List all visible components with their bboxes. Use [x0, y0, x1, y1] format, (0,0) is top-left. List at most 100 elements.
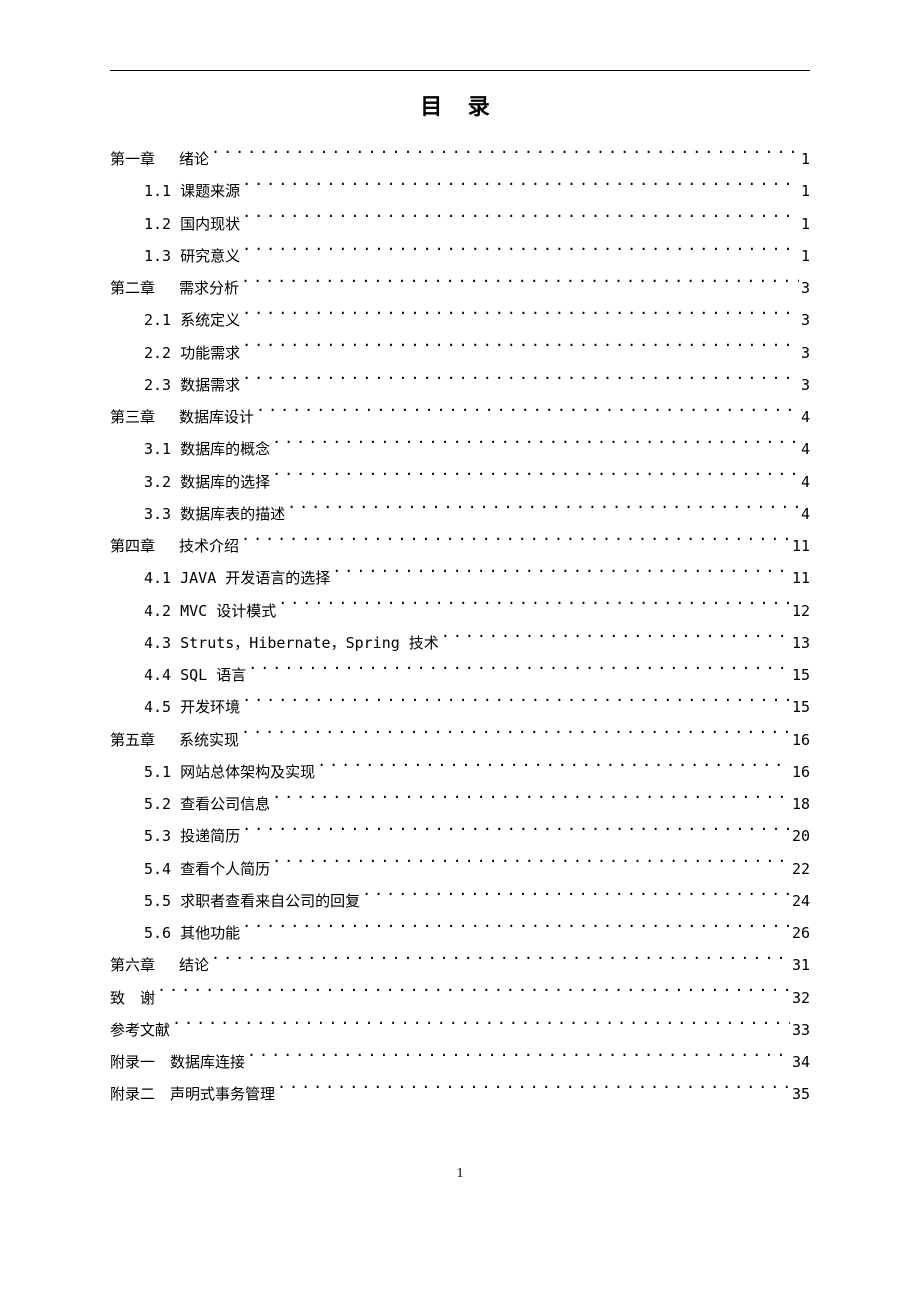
toc-leader-dots: [242, 310, 799, 325]
toc-entry-label: 3.2 数据库的选择: [144, 466, 270, 498]
toc-entry-page: 1: [801, 175, 810, 207]
toc-entry-label: 4.5 开发环境: [144, 691, 240, 723]
toc-entry: 附录二 声明式事务管理 35: [110, 1078, 810, 1110]
toc-entry-page: 35: [792, 1078, 810, 1110]
toc-entry-label: 第二章 需求分析: [110, 272, 239, 304]
toc-entry: 致 谢 32: [110, 982, 810, 1014]
toc-leader-dots: [242, 375, 799, 390]
toc-leader-dots: [157, 988, 790, 1003]
toc-leader-dots: [272, 794, 790, 809]
page-number: 1: [0, 1166, 920, 1182]
toc-entry: 4.4 SQL 语言 15: [110, 659, 810, 691]
toc-leader-dots: [241, 278, 799, 293]
toc-entry-label: 附录一 数据库连接: [110, 1046, 245, 1078]
toc-entry-label: 2.3 数据需求: [144, 369, 240, 401]
toc-entry-label: 第一章 绪论: [110, 143, 209, 175]
toc-entry-page: 4: [801, 433, 810, 465]
toc-entry-page: 16: [792, 756, 810, 788]
toc-leader-dots: [272, 472, 799, 487]
toc-entry-page: 4: [801, 498, 810, 530]
toc-leader-dots: [242, 697, 790, 712]
toc-entry: 参考文献 33: [110, 1014, 810, 1046]
toc-entry-page: 15: [792, 659, 810, 691]
toc-entry-label: 5.4 查看个人简历: [144, 853, 270, 885]
toc-leader-dots: [242, 246, 799, 261]
toc-entry-page: 31: [792, 949, 810, 981]
toc-entry-page: 4: [801, 466, 810, 498]
toc-entry: 第一章 绪论1: [110, 143, 810, 175]
toc-entry-page: 33: [792, 1014, 810, 1046]
toc-entry: 5.4 查看个人简历 22: [110, 853, 810, 885]
toc-entry-label: 第五章 系统实现: [110, 724, 239, 756]
toc-leader-dots: [272, 859, 790, 874]
toc-entry: 4.5 开发环境15: [110, 691, 810, 723]
toc-leader-dots: [332, 568, 790, 583]
toc-entry-label: 2.1 系统定义: [144, 304, 240, 336]
toc-entry-label: 5.6 其他功能: [144, 917, 240, 949]
toc-entry-page: 22: [792, 853, 810, 885]
toc-entry-label: 4.2 MVC 设计模式: [144, 595, 276, 627]
toc-leader-dots: [241, 536, 790, 551]
toc-entry-page: 11: [792, 530, 810, 562]
toc-entry: 第二章 需求分析 3: [110, 272, 810, 304]
toc-leader-dots: [317, 762, 790, 777]
toc-entry-label: 2.2 功能需求: [144, 337, 240, 369]
toc-entry-label: 5.3 投递简历: [144, 820, 240, 852]
toc-entry-page: 34: [792, 1046, 810, 1078]
toc-entry-page: 3: [801, 337, 810, 369]
toc-leader-dots: [172, 1020, 790, 1035]
toc-leader-dots: [362, 891, 790, 906]
toc-entry-label: 3.1 数据库的概念: [144, 433, 270, 465]
toc-entry-label: 参考文献: [110, 1014, 170, 1046]
toc-entry-label: 附录二 声明式事务管理: [110, 1078, 275, 1110]
toc-entry-label: 5.5 求职者查看来自公司的回复: [144, 885, 360, 917]
toc-entry: 2.3 数据需求3: [110, 369, 810, 401]
toc-entry-label: 1.3 研究意义: [144, 240, 240, 272]
toc-entry-page: 13: [792, 627, 810, 659]
toc-leader-dots: [211, 955, 790, 970]
toc-entry-label: 3.3 数据库表的描述: [144, 498, 285, 530]
toc-entry-label: 5.1 网站总体架构及实现: [144, 756, 315, 788]
toc-leader-dots: [256, 407, 799, 422]
toc-entry-page: 16: [792, 724, 810, 756]
toc-leader-dots: [211, 149, 799, 164]
toc-entry: 第四章 技术介绍11: [110, 530, 810, 562]
toc-entry: 5.1 网站总体架构及实现 16: [110, 756, 810, 788]
toc-entry-label: 1.2 国内现状: [144, 208, 240, 240]
toc-list: 第一章 绪论11.1 课题来源11.2 国内现状11.3 研究意义1第二章 需求…: [110, 143, 810, 1111]
toc-leader-dots: [242, 181, 799, 196]
toc-entry: 3.2 数据库的选择 4: [110, 466, 810, 498]
toc-entry-page: 20: [792, 820, 810, 852]
toc-entry-page: 32: [792, 982, 810, 1014]
toc-entry: 5.2 查看公司信息18: [110, 788, 810, 820]
toc-leader-dots: [277, 1084, 790, 1099]
toc-leader-dots: [241, 730, 790, 745]
toc-leader-dots: [247, 1052, 790, 1067]
toc-entry-label: 5.2 查看公司信息: [144, 788, 270, 820]
toc-entry: 附录一 数据库连接 34: [110, 1046, 810, 1078]
toc-leader-dots: [287, 504, 799, 519]
toc-title: 目 录: [110, 89, 810, 121]
toc-entry: 2.2 功能需求 3: [110, 337, 810, 369]
toc-entry-label: 第三章 数据库设计: [110, 401, 254, 433]
toc-entry: 4.1 JAVA 开发语言的选择 11: [110, 562, 810, 594]
toc-entry-label: 4.3 Struts，Hibernate，Spring 技术: [144, 627, 439, 659]
toc-entry-page: 3: [801, 304, 810, 336]
toc-leader-dots: [242, 826, 790, 841]
document-page: 目 录 第一章 绪论11.1 课题来源11.2 国内现状11.3 研究意义1第二…: [0, 0, 920, 1111]
toc-entry: 4.3 Struts，Hibernate，Spring 技术 13: [110, 627, 810, 659]
toc-leader-dots: [272, 439, 799, 454]
toc-entry: 4.2 MVC 设计模式 12: [110, 595, 810, 627]
toc-entry: 第三章 数据库设计4: [110, 401, 810, 433]
toc-leader-dots: [278, 601, 790, 616]
toc-entry-label: 1.1 课题来源: [144, 175, 240, 207]
toc-leader-dots: [248, 665, 790, 680]
toc-entry-page: 3: [801, 272, 810, 304]
toc-entry: 5.3 投递简历 20: [110, 820, 810, 852]
toc-leader-dots: [242, 214, 799, 229]
toc-entry: 第六章 结论31: [110, 949, 810, 981]
toc-entry-label: 4.1 JAVA 开发语言的选择: [144, 562, 330, 594]
toc-entry: 1.2 国内现状1: [110, 208, 810, 240]
toc-leader-dots: [441, 633, 790, 648]
toc-leader-dots: [242, 343, 799, 358]
